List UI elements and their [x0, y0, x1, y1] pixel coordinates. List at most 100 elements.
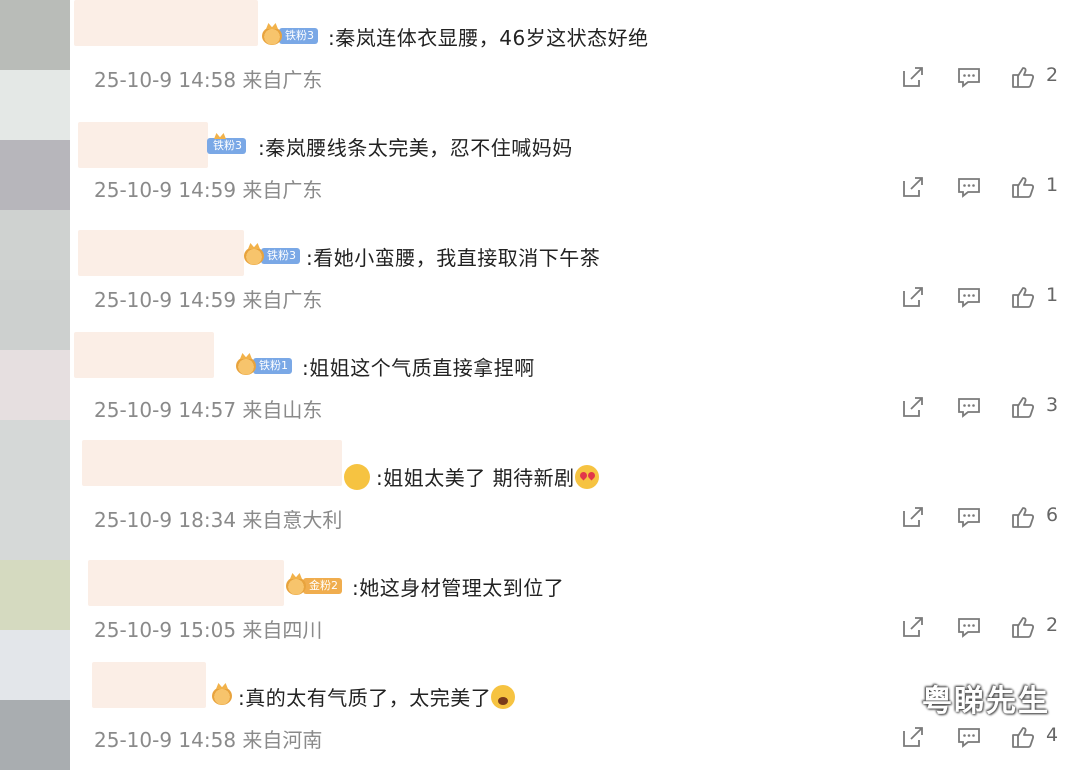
comment-text: :秦岚连体衣显腰，46岁这状态好绝	[328, 26, 649, 50]
username[interactable]	[74, 0, 258, 46]
fan-badge[interactable]: 金粉2	[286, 576, 342, 596]
share-button[interactable]	[900, 504, 926, 530]
like-button[interactable]	[1010, 614, 1036, 640]
shouting-emoji	[491, 685, 516, 709]
comment-location: 来自广东	[242, 288, 323, 312]
comment-button[interactable]	[956, 174, 982, 200]
username[interactable]	[82, 440, 342, 486]
fan-badge-label: 铁粉1	[253, 358, 292, 374]
like-icon	[1012, 507, 1035, 528]
comment-meta: 25-10-9 14:59 来自广东	[94, 284, 322, 313]
watermark: 粤睇先生	[922, 684, 1050, 719]
share-icon	[903, 397, 923, 417]
like-button[interactable]	[1010, 64, 1036, 90]
share-button[interactable]	[900, 394, 926, 420]
comment-item: 铁粉3 :看她小蛮腰，我直接取消下午茶 25-10-9 14:59 来自广东 1	[0, 220, 1080, 330]
fan-badge[interactable]: 铁粉3	[262, 26, 318, 46]
comment-icon	[958, 178, 980, 198]
share-button[interactable]	[900, 64, 926, 90]
comment-text-content: :真的太有气质了，太完美了	[238, 686, 492, 710]
like-icon	[1012, 727, 1035, 748]
username[interactable]	[74, 332, 214, 378]
fan-badge[interactable]: 铁粉3	[207, 136, 246, 156]
fan-badge-label: 铁粉3	[207, 138, 246, 154]
smiley-icon	[344, 464, 370, 490]
like-button[interactable]	[1010, 284, 1036, 310]
comment-item: :真的太有气质了，太完美了 25-10-9 14:58 来自河南 4	[0, 660, 1080, 770]
comment-button[interactable]	[956, 64, 982, 90]
fan-badge[interactable]: 铁粉1	[236, 356, 292, 376]
username[interactable]	[78, 230, 244, 276]
fan-badge[interactable]: 铁粉3	[244, 246, 300, 266]
comment-location: 来自广东	[242, 68, 323, 92]
share-button[interactable]	[900, 284, 926, 310]
comment-button[interactable]	[956, 284, 982, 310]
username[interactable]	[92, 662, 206, 708]
like-button[interactable]	[1010, 504, 1036, 530]
like-icon	[1012, 67, 1035, 88]
share-icon	[903, 507, 923, 527]
share-button[interactable]	[900, 724, 926, 750]
comment-time: 25-10-9 14:59	[94, 288, 237, 312]
crown-icon	[212, 687, 232, 705]
comment-time: 25-10-9 14:57	[94, 398, 237, 422]
comment-button[interactable]	[956, 504, 982, 530]
comment-meta: 25-10-9 14:59 来自广东	[94, 174, 322, 203]
comment-item: 铁粉3 :秦岚连体衣显腰，46岁这状态好绝 25-10-9 14:58 来自广东…	[0, 0, 1080, 110]
comment-text: :姐姐太美了 期待新剧	[376, 462, 599, 491]
comment-text: :看她小蛮腰，我直接取消下午茶	[306, 246, 601, 270]
comment-meta: 25-10-9 18:34 来自意大利	[94, 504, 342, 533]
comment-location: 来自四川	[242, 618, 323, 642]
comment-location: 来自广东	[242, 178, 323, 202]
like-button[interactable]	[1010, 724, 1036, 750]
comment-time: 25-10-9 18:34	[94, 508, 237, 532]
like-count: 3	[1046, 394, 1059, 416]
crown-icon	[244, 247, 264, 265]
comment-text: :秦岚腰线条太完美，忍不住喊妈妈	[258, 136, 573, 160]
comment-meta: 25-10-9 14:58 来自广东	[94, 64, 322, 93]
share-button[interactable]	[900, 174, 926, 200]
like-count: 1	[1046, 174, 1059, 196]
share-icon	[903, 617, 923, 637]
comment-time: 25-10-9 14:58	[94, 68, 237, 92]
crown-icon	[286, 577, 306, 595]
fan-badge-label: 铁粉3	[279, 28, 318, 44]
comment-item: 铁粉1 :姐姐这个气质直接拿捏啊 25-10-9 14:57 来自山东 3	[0, 330, 1080, 440]
crown-icon	[236, 357, 256, 375]
comment-meta: 25-10-9 14:57 来自山东	[94, 394, 322, 423]
comment-location: 来自山东	[242, 398, 323, 422]
comment-item: 金粉2 :她这身材管理太到位了 25-10-9 15:05 来自四川 2	[0, 550, 1080, 660]
fan-badge[interactable]	[212, 686, 232, 706]
share-button[interactable]	[900, 614, 926, 640]
like-icon	[1012, 397, 1035, 418]
share-icon	[903, 727, 923, 747]
comment-button[interactable]	[956, 394, 982, 420]
fan-badge-label: 铁粉3	[261, 248, 300, 264]
like-button[interactable]	[1010, 174, 1036, 200]
like-button[interactable]	[1010, 394, 1036, 420]
comment-button[interactable]	[956, 724, 982, 750]
comment-button[interactable]	[956, 614, 982, 640]
comment-text: :真的太有气质了，太完美了	[238, 682, 516, 711]
comment-icon	[958, 288, 980, 308]
comment-text-content: :姐姐太美了 期待新剧	[376, 466, 575, 490]
heart-eyes-emoji	[574, 465, 599, 489]
share-icon	[903, 177, 923, 197]
comment-icon	[958, 728, 980, 748]
share-icon	[903, 67, 923, 87]
comment-icon	[958, 68, 980, 88]
like-icon	[1012, 287, 1035, 308]
username[interactable]	[78, 122, 208, 168]
like-count: 2	[1046, 64, 1059, 86]
comment-item: 铁粉3 :秦岚腰线条太完美，忍不住喊妈妈 25-10-9 14:59 来自广东 …	[0, 110, 1080, 220]
comment-icon	[958, 398, 980, 418]
like-count: 4	[1046, 724, 1059, 746]
comment-meta: 25-10-9 15:05 来自四川	[94, 614, 322, 643]
username[interactable]	[88, 560, 284, 606]
comment-time: 25-10-9 14:59	[94, 178, 237, 202]
comment-icon	[958, 508, 980, 528]
like-count: 6	[1046, 504, 1059, 526]
fan-badge-label: 金粉2	[303, 578, 342, 594]
comment-location: 来自意大利	[242, 508, 343, 532]
crown-icon	[262, 27, 282, 45]
